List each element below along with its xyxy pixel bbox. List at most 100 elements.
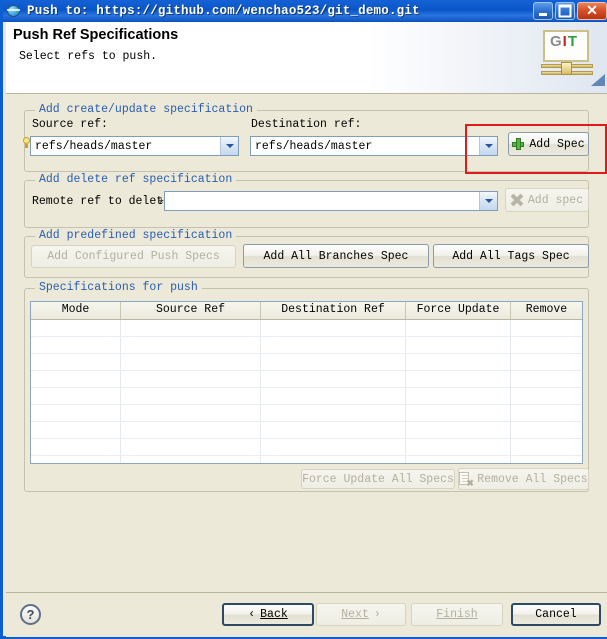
remove-all-label: Remove All Specs (477, 472, 588, 486)
delete-ref-legend: Add delete ref specification (35, 173, 237, 186)
table-cell (121, 320, 261, 336)
column-header-destination-ref[interactable]: Destination Ref (261, 302, 406, 319)
page-subtitle: Select refs to push. (19, 50, 158, 63)
dialog-body: Add create/update specification Source r… (6, 94, 607, 592)
table-cell (511, 422, 582, 438)
table-cell (31, 422, 121, 438)
table-cell (121, 456, 261, 463)
source-ref-value: refs/heads/master (35, 139, 153, 153)
table-cell (261, 354, 406, 370)
table-cell (31, 320, 121, 336)
table-row[interactable] (31, 405, 582, 422)
git-logo-icon: GIT (541, 28, 605, 86)
table-row[interactable] (31, 439, 582, 456)
table-cell (406, 405, 511, 421)
force-update-all-specs-button[interactable]: Force Update All Specs (301, 469, 455, 489)
table-cell (31, 456, 121, 463)
remote-ref-combo[interactable] (164, 191, 498, 211)
next-button[interactable]: Next › (316, 603, 406, 626)
create-update-legend: Add create/update specification (35, 103, 257, 116)
table-cell (261, 388, 406, 404)
table-cell (121, 337, 261, 353)
predefined-legend: Add predefined specification (35, 229, 237, 242)
table-cell (511, 456, 582, 463)
table-cell (511, 320, 582, 336)
table-cell (121, 371, 261, 387)
add-configured-push-specs-button[interactable]: Add Configured Push Specs (31, 245, 236, 268)
force-update-all-label: Force Update All Specs (302, 472, 454, 486)
add-all-tags-spec-button[interactable]: Add All Tags Spec (433, 244, 589, 268)
column-header-mode[interactable]: Mode (31, 302, 121, 319)
table-row[interactable] (31, 388, 582, 405)
table-cell (511, 439, 582, 455)
close-button[interactable]: ✕ (577, 2, 607, 20)
remote-ref-label: Remote ref to delete: (32, 195, 177, 208)
specifications-table[interactable]: Mode Source Ref Destination Ref Force Up… (30, 301, 583, 464)
table-cell (511, 405, 582, 421)
table-row[interactable] (31, 337, 582, 354)
chevron-down-icon[interactable] (479, 192, 497, 210)
source-ref-combo[interactable]: refs/heads/master (30, 136, 239, 156)
table-cell (406, 337, 511, 353)
table-cell (511, 337, 582, 353)
destination-ref-combo[interactable]: refs/heads/master (250, 136, 498, 156)
table-cell (261, 422, 406, 438)
table-cell (31, 388, 121, 404)
table-cell (261, 405, 406, 421)
finish-label: Finish (436, 608, 478, 621)
minimize-button[interactable] (533, 2, 553, 20)
help-icon[interactable]: ? (20, 604, 41, 625)
table-row[interactable] (31, 354, 582, 371)
table-cell (406, 422, 511, 438)
add-all-branches-spec-button[interactable]: Add All Branches Spec (243, 244, 429, 268)
add-spec-delete-button[interactable]: Add spec (505, 188, 589, 212)
chevron-down-icon[interactable] (220, 137, 238, 155)
table-cell (406, 439, 511, 455)
add-spec-button[interactable]: Add Spec (508, 132, 589, 156)
add-spec-delete-label: Add spec (527, 193, 584, 207)
table-row[interactable] (31, 371, 582, 388)
window-title-bar: Push to: https://github.com/wenchao523/g… (3, 0, 607, 22)
table-cell (121, 354, 261, 370)
cancel-button[interactable]: Cancel (511, 603, 601, 626)
table-cell (406, 354, 511, 370)
finish-button[interactable]: Finish (411, 603, 503, 626)
destination-ref-value: refs/heads/master (255, 139, 373, 153)
column-header-source-ref[interactable]: Source Ref (121, 302, 261, 319)
table-cell (406, 371, 511, 387)
add-configured-label: Add Configured Push Specs (47, 250, 220, 263)
source-ref-label: Source ref: (32, 118, 108, 131)
table-cell (31, 354, 121, 370)
back-prefix-icon: ‹ (248, 608, 256, 621)
dialog-header: Push Ref Specifications Select refs to p… (6, 22, 607, 94)
close-icon: ✕ (586, 2, 598, 18)
table-cell (31, 371, 121, 387)
chevron-down-icon[interactable] (479, 137, 497, 155)
table-row[interactable] (31, 422, 582, 439)
specifications-legend: Specifications for push (35, 281, 202, 294)
destination-ref-label: Destination ref: (251, 118, 362, 131)
table-cell (406, 320, 511, 336)
table-cell (511, 388, 582, 404)
table-cell (511, 371, 582, 387)
table-cell (31, 439, 121, 455)
maximize-button[interactable] (555, 2, 575, 20)
table-cell (121, 439, 261, 455)
remove-document-icon: ✖ (459, 472, 474, 488)
next-label: Next (341, 608, 369, 621)
add-all-tags-label: Add All Tags Spec (452, 249, 570, 263)
page-title: Push Ref Specifications (13, 27, 179, 43)
table-row[interactable] (31, 456, 582, 463)
back-button[interactable]: ‹ Back (222, 603, 314, 626)
table-cell (31, 337, 121, 353)
table-cell (261, 371, 406, 387)
table-row[interactable] (31, 320, 582, 337)
column-header-force-update[interactable]: Force Update (406, 302, 511, 319)
table-cell (121, 422, 261, 438)
table-cell (261, 439, 406, 455)
remove-all-specs-button[interactable]: ✖ Remove All Specs (458, 468, 589, 490)
column-header-remove[interactable]: Remove (511, 302, 582, 319)
plus-icon (512, 138, 525, 150)
table-cell (511, 354, 582, 370)
git-logo-g: G (549, 33, 563, 50)
